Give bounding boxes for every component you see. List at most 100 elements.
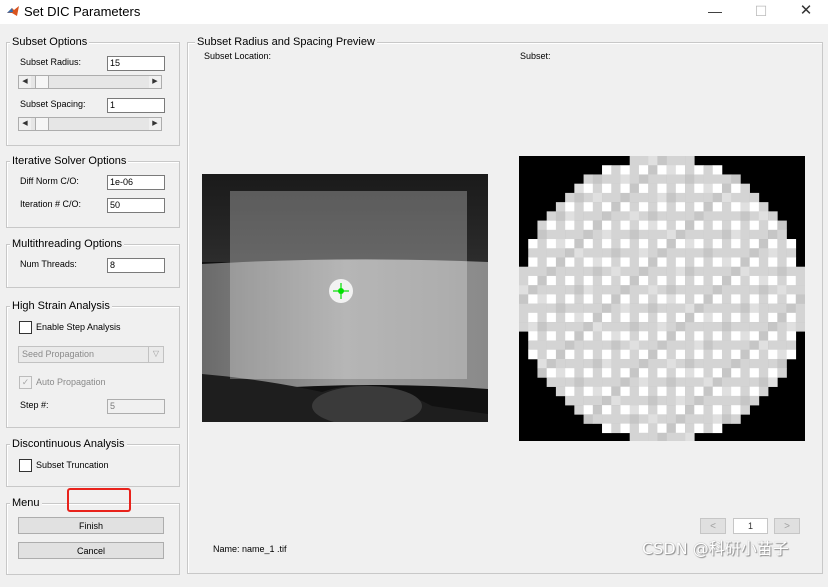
subset-cell xyxy=(611,331,621,341)
subset-spacing-input[interactable]: 1 xyxy=(107,98,165,113)
subset-cell xyxy=(675,303,686,314)
subset-cell xyxy=(611,257,621,268)
subset-cell xyxy=(611,165,621,175)
subset-cell xyxy=(592,368,603,378)
subset-cell xyxy=(602,239,612,249)
subset-cell xyxy=(768,266,778,277)
subset-cell xyxy=(675,340,686,351)
iteration-input[interactable]: 50 xyxy=(107,198,165,213)
subset-cell xyxy=(749,331,760,341)
slider-right-arrow-icon[interactable]: ▶ xyxy=(149,76,161,88)
subset-cell xyxy=(528,257,538,268)
subset-cell xyxy=(685,312,695,323)
subset-cell xyxy=(675,349,686,360)
subset-cell xyxy=(731,358,741,369)
subset-cell xyxy=(703,275,714,286)
subset-cell xyxy=(721,202,732,212)
subset-cell xyxy=(675,156,686,166)
subset-cell xyxy=(740,192,750,203)
subset-cell xyxy=(648,395,658,406)
subset-cell xyxy=(703,202,714,212)
subset-cell xyxy=(657,312,667,323)
subset-cell xyxy=(648,239,658,249)
subset-cell xyxy=(666,202,677,212)
subset-cell xyxy=(703,423,714,434)
subset-cell xyxy=(565,220,575,231)
subset-cell xyxy=(694,358,704,369)
subset-cell xyxy=(666,285,677,295)
subset-cell xyxy=(555,248,566,258)
subset-cell xyxy=(666,405,677,415)
subset-radius-slider[interactable]: ◀ ▶ xyxy=(18,75,162,89)
subset-cell xyxy=(731,248,741,258)
subset-cell xyxy=(666,358,677,369)
subset-cell xyxy=(620,192,631,203)
subset-cell xyxy=(620,349,631,360)
subset-cell xyxy=(703,294,714,304)
subset-cell xyxy=(583,248,594,258)
subset-cell xyxy=(731,294,741,304)
subset-cell xyxy=(555,294,566,304)
subset-cell xyxy=(648,405,658,415)
subset-cell xyxy=(657,322,667,332)
auto-propagation-checkbox[interactable]: ✓ xyxy=(19,376,32,389)
subset-cell xyxy=(602,423,612,434)
finish-button[interactable]: Finish xyxy=(18,517,164,534)
subset-cell xyxy=(694,340,704,351)
subset-spacing-slider[interactable]: ◀ ▶ xyxy=(18,117,162,131)
slider-thumb[interactable] xyxy=(35,118,49,130)
subset-cell xyxy=(786,248,797,258)
maximize-button[interactable]: ☐ xyxy=(738,0,784,24)
subset-cell xyxy=(638,331,649,341)
cancel-button[interactable]: Cancel xyxy=(18,542,164,559)
subset-cell xyxy=(528,275,538,286)
num-threads-input[interactable]: 8 xyxy=(107,258,165,273)
subset-cell xyxy=(675,257,686,268)
subset-cell xyxy=(731,312,741,323)
subset-cell xyxy=(712,340,723,351)
subset-cell xyxy=(740,229,750,240)
minimize-button[interactable]: — xyxy=(692,0,738,24)
subset-cell xyxy=(712,285,723,295)
subset-cell xyxy=(555,211,566,221)
subset-cell xyxy=(528,349,538,360)
enable-step-checkbox[interactable] xyxy=(19,321,32,334)
subset-cell xyxy=(546,312,557,323)
subset-cell xyxy=(629,377,640,387)
slider-right-arrow-icon[interactable]: ▶ xyxy=(149,118,161,130)
next-image-button[interactable]: > xyxy=(774,518,800,534)
previous-image-button[interactable]: < xyxy=(700,518,726,534)
slider-left-arrow-icon[interactable]: ◀ xyxy=(19,118,31,130)
step-input[interactable]: 5 xyxy=(107,399,165,414)
subset-cell xyxy=(712,266,723,277)
subset-cell xyxy=(638,340,649,351)
subset-cell xyxy=(546,275,557,286)
seed-propagation-dropdown[interactable]: Seed Propagation ▽ xyxy=(18,346,164,363)
slider-left-arrow-icon[interactable]: ◀ xyxy=(19,76,31,88)
subset-location-image[interactable] xyxy=(202,174,488,422)
subset-cell xyxy=(602,358,612,369)
image-number-input[interactable]: 1 xyxy=(733,518,768,534)
subset-cell xyxy=(583,349,594,360)
subset-cell xyxy=(648,312,658,323)
subset-cell xyxy=(629,386,640,397)
subset-cell xyxy=(574,349,584,360)
subset-cell xyxy=(546,211,557,221)
subset-cell xyxy=(749,358,760,369)
diff-norm-input[interactable]: 1e-06 xyxy=(107,175,165,190)
subset-cell xyxy=(602,340,612,351)
subset-cell xyxy=(528,266,538,277)
subset-cell xyxy=(620,165,631,175)
subset-cell xyxy=(537,340,547,351)
subset-cell xyxy=(694,395,704,406)
subset-cell xyxy=(694,239,704,249)
subset-cell xyxy=(537,303,547,314)
subset-cell xyxy=(675,377,686,387)
subset-truncation-checkbox[interactable] xyxy=(19,459,32,472)
subset-cell xyxy=(712,174,723,184)
close-button[interactable]: ✕ xyxy=(783,0,828,24)
subset-radius-input[interactable]: 15 xyxy=(107,56,165,71)
subset-cell xyxy=(648,322,658,332)
subset-cell xyxy=(758,331,769,341)
slider-thumb[interactable] xyxy=(35,76,49,88)
